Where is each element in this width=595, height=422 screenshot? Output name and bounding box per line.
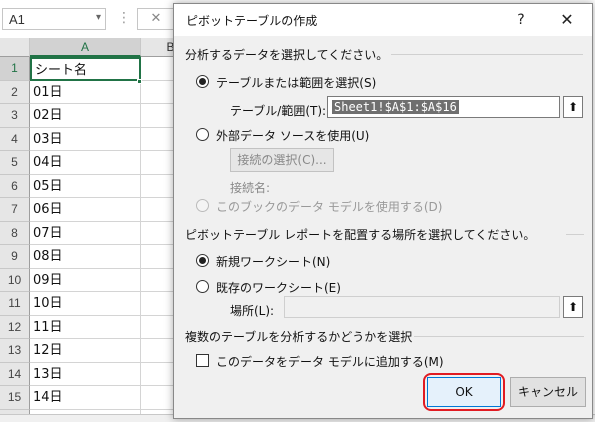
table-cell[interactable]: 06日 [30,198,141,222]
radio-data-model[interactable] [196,199,209,212]
row-header[interactable]: 9 [0,245,30,269]
option-data-model-label[interactable]: このブックのデータ モデルを使用する(D) [216,198,442,215]
table-cell[interactable]: 09日 [30,268,141,292]
row-header[interactable]: 1 [0,57,30,81]
table-cell[interactable]: 07日 [30,221,141,245]
row-header[interactable]: 6 [0,174,30,198]
section-multiple-tables-title: 複数のテーブルを分析するかどうかを選択 [185,330,413,344]
row-header[interactable]: 15 [0,386,30,410]
row-header[interactable]: 5 [0,151,30,175]
create-pivot-table-dialog: ピボットテーブルの作成 ? ✕ 分析するデータを選択してください。 テーブルまた… [173,3,593,419]
table-range-input[interactable]: Sheet1!$A$1:$A$16 [327,96,560,118]
add-to-data-model-label[interactable]: このデータをデータ モデルに追加する(M) [216,353,444,370]
cancel-button[interactable]: キャンセル [510,377,586,407]
option-table-range-label[interactable]: テーブルまたは範囲を選択(S) [216,74,376,91]
table-cell[interactable]: 11日 [30,315,141,339]
table-cell[interactable]: 04日 [30,151,141,175]
row-header[interactable]: 10 [0,268,30,292]
active-cell[interactable]: シート名 [30,57,141,81]
row-header[interactable]: 14 [0,362,30,386]
fill-handle[interactable] [137,79,142,84]
row-header[interactable]: 8 [0,221,30,245]
radio-external-source[interactable] [196,128,209,141]
x-icon[interactable]: ✕ [137,8,175,30]
radio-new-worksheet[interactable] [196,254,209,267]
row-header[interactable]: 12 [0,315,30,339]
name-box-value: A1 [9,12,25,27]
option-external-source-label[interactable]: 外部データ ソースを使用(U) [216,127,369,144]
row-header[interactable]: 3 [0,104,30,128]
table-cell[interactable]: 01日 [30,80,141,104]
ok-button[interactable]: OK [427,377,501,407]
table-range-value: Sheet1!$A$1:$A$16 [332,100,459,114]
add-to-data-model-checkbox[interactable] [196,354,209,367]
row-header[interactable]: 4 [0,127,30,151]
row-header[interactable]: 2 [0,80,30,104]
table-cell[interactable]: 02日 [30,104,141,128]
formula-bar-separator-icon: ⋮ [117,10,131,26]
help-button[interactable]: ? [507,8,535,32]
radio-existing-worksheet[interactable] [196,280,209,293]
option-new-worksheet-label[interactable]: 新規ワークシート(N) [216,253,330,270]
select-all-corner[interactable] [0,38,30,57]
table-cell[interactable]: 03日 [30,127,141,151]
radio-table-range[interactable] [196,75,209,88]
section-divider [391,54,583,55]
section-divider [566,234,584,235]
table-range-label: テーブル/範囲(T): [230,104,327,118]
section-divider [414,336,584,337]
section-location-title: ピボットテーブル レポートを配置する場所を選択してください。 [185,228,536,242]
table-cell[interactable]: 13日 [30,362,141,386]
connection-name-label: 接続名: [230,181,271,195]
arrow-up-collapse-icon[interactable]: ⬆ [563,96,583,118]
choose-connection-button[interactable]: 接続の選択(C)... [230,148,334,172]
column-header-a[interactable]: A [30,38,141,57]
dialog-title: ピボットテーブルの作成 [186,14,318,28]
table-cell[interactable]: 05日 [30,174,141,198]
chevron-down-icon[interactable]: ▾ [96,12,101,23]
location-input[interactable] [284,296,560,318]
table-cell[interactable]: 14日 [30,386,141,410]
location-label: 場所(L): [230,304,275,318]
row-header[interactable]: 7 [0,198,30,222]
option-existing-worksheet-label[interactable]: 既存のワークシート(E) [216,279,341,296]
name-box[interactable]: A1 ▾ [2,8,106,30]
dialog-titlebar: ピボットテーブルの作成 ? ✕ [174,4,592,36]
table-cell[interactable]: 12日 [30,339,141,363]
row-header[interactable]: 11 [0,292,30,316]
close-icon[interactable]: ✕ [550,7,584,33]
table-cell[interactable]: 10日 [30,292,141,316]
section-select-data-title: 分析するデータを選択してください。 [185,48,389,62]
table-cell[interactable]: 08日 [30,245,141,269]
row-header[interactable]: 13 [0,339,30,363]
arrow-up-collapse-icon[interactable]: ⬆ [563,296,583,318]
